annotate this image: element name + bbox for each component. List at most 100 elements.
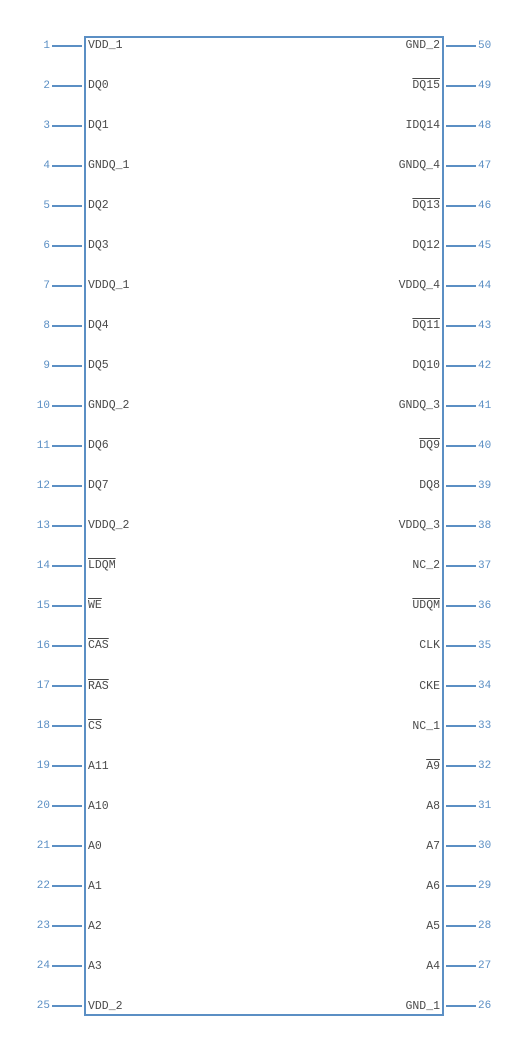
pin-right-28: 28 A5	[264, 920, 504, 933]
pin-line-right-40	[446, 445, 476, 447]
pin-line-right-49	[446, 85, 476, 87]
pin-line-right-35	[446, 645, 476, 647]
pins-container: 1VDD_150GND_22DQ049DQ153DQ148IDQ144GNDQ_…	[24, 36, 504, 1016]
pin-line-left-8	[52, 325, 82, 327]
pin-line-left-18	[52, 725, 82, 727]
pin-num-left-23: 23	[24, 920, 52, 932]
pin-line-right-41	[446, 405, 476, 407]
pin-label-right-49: DQ15	[412, 79, 446, 92]
pin-label-right-46: DQ13	[412, 199, 446, 212]
pin-line-left-5	[52, 205, 82, 207]
pin-num-right-46: 46	[476, 200, 504, 212]
pin-line-right-26	[446, 1005, 476, 1007]
pin-left-17: 17 RAS	[24, 680, 264, 693]
pin-line-left-19	[52, 765, 82, 767]
pin-num-left-13: 13	[24, 520, 52, 532]
pin-label-right-38: VDDQ_3	[399, 519, 446, 532]
pin-left-10: 10GNDQ_2	[24, 399, 264, 412]
pin-line-right-32	[446, 765, 476, 767]
pin-line-left-3	[52, 125, 82, 127]
pin-label-left-11: DQ6	[82, 439, 109, 452]
pin-label-right-48: IDQ14	[405, 119, 446, 132]
pin-line-left-21	[52, 845, 82, 847]
pin-num-left-4: 4	[24, 160, 52, 172]
pin-num-left-20: 20	[24, 800, 52, 812]
pin-line-right-45	[446, 245, 476, 247]
pin-right-32: 32A9	[264, 760, 504, 773]
pin-num-left-16: 16	[24, 640, 52, 652]
pin-right-45: 45DQ12	[264, 239, 504, 252]
pin-num-right-35: 35	[476, 640, 504, 652]
pin-num-left-18: 18	[24, 720, 52, 732]
pin-line-left-12	[52, 485, 82, 487]
pin-label-left-1: VDD_1	[82, 39, 123, 52]
pin-line-left-15	[52, 605, 82, 607]
pin-label-right-47: GNDQ_4	[399, 159, 446, 172]
pin-label-right-35: CLK	[419, 639, 446, 652]
pin-row: 25VDD_226GND_1	[24, 997, 504, 1016]
pin-line-left-14	[52, 565, 82, 567]
pin-num-right-38: 38	[476, 520, 504, 532]
pin-num-right-34: 34	[476, 680, 504, 692]
pin-label-left-22: A1	[82, 880, 102, 893]
pin-label-right-39: DQ8	[419, 479, 446, 492]
pin-right-49: 49DQ15	[264, 79, 504, 92]
pin-line-right-29	[446, 885, 476, 887]
pin-label-right-43: DQ11	[412, 319, 446, 332]
pin-row: 16CAS 35 CLK	[24, 636, 504, 655]
pin-left-11: 11DQ6	[24, 439, 264, 452]
pin-left-25: 25VDD_2	[24, 1000, 264, 1013]
pin-label-right-29: A6	[426, 880, 446, 893]
pin-label-left-4: GNDQ_1	[82, 159, 129, 172]
pin-label-left-17: RAS	[82, 680, 109, 693]
pin-num-right-45: 45	[476, 240, 504, 252]
pin-label-left-18: CS	[82, 720, 102, 733]
pin-line-right-39	[446, 485, 476, 487]
pin-num-right-36: 36	[476, 600, 504, 612]
pin-line-left-17	[52, 685, 82, 687]
pin-left-23: 23A2	[24, 920, 264, 933]
pin-line-right-38	[446, 525, 476, 527]
pin-num-right-47: 47	[476, 160, 504, 172]
pin-row: 12DQ739DQ8	[24, 476, 504, 495]
pin-line-left-25	[52, 1005, 82, 1007]
pin-num-left-14: 14	[24, 560, 52, 572]
pin-num-left-6: 6	[24, 240, 52, 252]
pin-line-right-43	[446, 325, 476, 327]
pin-right-44: 44 VDDQ_4	[264, 279, 504, 292]
pin-num-left-17: 17	[24, 680, 52, 692]
pin-num-right-28: 28	[476, 920, 504, 932]
pin-label-right-28: A5	[426, 920, 446, 933]
pin-label-left-21: A0	[82, 840, 102, 853]
pin-row: 15WE36UDQM	[24, 596, 504, 615]
pin-line-right-33	[446, 725, 476, 727]
pin-label-left-6: DQ3	[82, 239, 109, 252]
pin-right-43: 43DQ11	[264, 319, 504, 332]
pin-row: 3DQ148IDQ14	[24, 116, 504, 135]
pin-label-left-9: DQ5	[82, 359, 109, 372]
pin-line-left-11	[52, 445, 82, 447]
pin-right-48: 48IDQ14	[264, 119, 504, 132]
pin-left-16: 16CAS	[24, 639, 264, 652]
pin-right-27: 27A4	[264, 960, 504, 973]
pin-line-right-37	[446, 565, 476, 567]
pin-left-14: 14LDQM	[24, 559, 264, 572]
pin-line-right-46	[446, 205, 476, 207]
pin-right-47: 47 GNDQ_4	[264, 159, 504, 172]
pin-right-35: 35 CLK	[264, 639, 504, 652]
pin-left-19: 19A11	[24, 760, 264, 773]
pin-label-left-3: DQ1	[82, 119, 109, 132]
pin-row: 14LDQM37NC_2	[24, 556, 504, 575]
pin-row: 21A030A7	[24, 837, 504, 856]
pin-num-right-33: 33	[476, 720, 504, 732]
pin-label-left-13: VDDQ_2	[82, 519, 129, 532]
pin-label-right-36: UDQM	[412, 599, 446, 612]
pin-num-right-44: 44	[476, 280, 504, 292]
pin-label-right-44: VDDQ_4	[399, 279, 446, 292]
pin-left-5: 5DQ2	[24, 199, 264, 212]
pin-label-right-26: GND_1	[405, 1000, 446, 1013]
pin-label-left-12: DQ7	[82, 479, 109, 492]
pin-row: 20A1031A8	[24, 797, 504, 816]
pin-label-left-19: A11	[82, 760, 109, 773]
pin-left-13: 13 VDDQ_2	[24, 519, 264, 532]
